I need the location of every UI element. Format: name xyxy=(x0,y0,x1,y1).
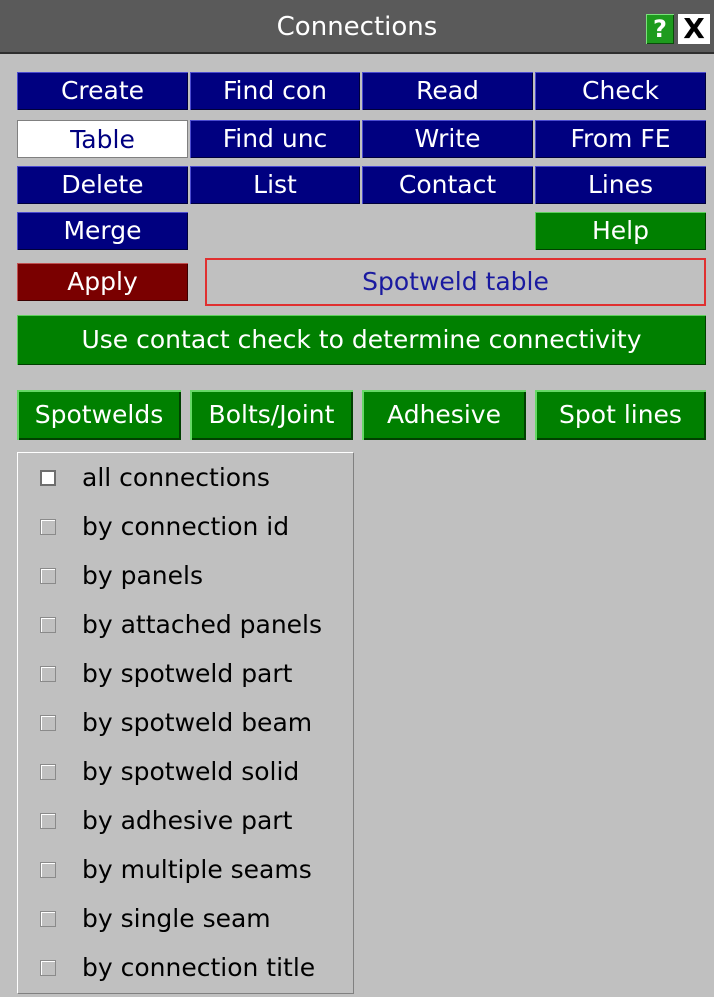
list-item-by-connection-id[interactable]: by connection id xyxy=(18,502,353,552)
list-item-label: by adhesive part xyxy=(82,806,293,835)
list-item-by-panels[interactable]: by panels xyxy=(18,551,353,601)
tab-spotwelds[interactable]: Spotwelds xyxy=(17,390,181,440)
list-item-by-multiple-seams[interactable]: by multiple seams xyxy=(18,845,353,895)
from-fe-button[interactable]: From FE xyxy=(535,120,706,158)
list-item-by-spotweld-part[interactable]: by spotweld part xyxy=(18,649,353,699)
write-button[interactable]: Write xyxy=(362,120,533,158)
list-item-label: by attached panels xyxy=(82,610,323,639)
list-item-by-single-seam[interactable]: by single seam xyxy=(18,894,353,944)
checkbox[interactable] xyxy=(40,666,56,682)
apply-button[interactable]: Apply xyxy=(17,263,188,301)
help-icon[interactable]: ? xyxy=(646,14,674,44)
find-con-button[interactable]: Find con xyxy=(190,72,360,110)
checkbox[interactable] xyxy=(40,568,56,584)
checkbox[interactable] xyxy=(40,470,56,486)
list-item-label: all connections xyxy=(82,463,270,492)
checkbox[interactable] xyxy=(40,617,56,633)
list-item-label: by spotweld solid xyxy=(82,757,300,786)
list-item-by-spotweld-beam[interactable]: by spotweld beam xyxy=(18,698,353,748)
window-title: Connections xyxy=(276,12,438,42)
contact-button[interactable]: Contact xyxy=(362,166,533,204)
mode-label: Spotweld table xyxy=(205,258,706,306)
delete-button[interactable]: Delete xyxy=(17,166,188,204)
list-item-by-connection-title[interactable]: by connection title xyxy=(18,943,353,993)
list-item-label: by spotweld beam xyxy=(82,708,313,737)
close-icon[interactable]: X xyxy=(678,14,710,44)
checkbox[interactable] xyxy=(40,862,56,878)
checkbox[interactable] xyxy=(40,911,56,927)
list-item-by-spotweld-solid[interactable]: by spotweld solid xyxy=(18,747,353,797)
tab-adhesive[interactable]: Adhesive xyxy=(362,390,526,440)
checkbox[interactable] xyxy=(40,764,56,780)
list-item-by-attached-panels[interactable]: by attached panels xyxy=(18,600,353,650)
list-item-label: by panels xyxy=(82,561,203,590)
list-item-by-adhesive-part[interactable]: by adhesive part xyxy=(18,796,353,846)
read-button[interactable]: Read xyxy=(362,72,533,110)
lines-button[interactable]: Lines xyxy=(535,166,706,204)
list-item-label: by connection title xyxy=(82,953,316,982)
find-unc-button[interactable]: Find unc xyxy=(190,120,360,158)
checkbox[interactable] xyxy=(40,813,56,829)
tab-spot-lines[interactable]: Spot lines xyxy=(535,390,706,440)
merge-button[interactable]: Merge xyxy=(17,212,188,250)
list-item-label: by spotweld part xyxy=(82,659,293,688)
table-button[interactable]: Table xyxy=(17,120,188,158)
selection-list: all connections by connection id by pane… xyxy=(17,452,354,994)
list-item-all-connections[interactable]: all connections xyxy=(18,453,353,503)
contact-check-button[interactable]: Use contact check to determine connectiv… xyxy=(17,315,706,365)
checkbox[interactable] xyxy=(40,960,56,976)
checkbox[interactable] xyxy=(40,519,56,535)
list-item-label: by single seam xyxy=(82,904,271,933)
checkbox[interactable] xyxy=(40,715,56,731)
tab-bolts-joint[interactable]: Bolts/Joint xyxy=(190,390,353,440)
list-item-label: by multiple seams xyxy=(82,855,312,884)
list-button[interactable]: List xyxy=(190,166,360,204)
check-button[interactable]: Check xyxy=(535,72,706,110)
create-button[interactable]: Create xyxy=(17,72,188,110)
list-item-label: by connection id xyxy=(82,512,290,541)
help-button[interactable]: Help xyxy=(535,212,706,250)
